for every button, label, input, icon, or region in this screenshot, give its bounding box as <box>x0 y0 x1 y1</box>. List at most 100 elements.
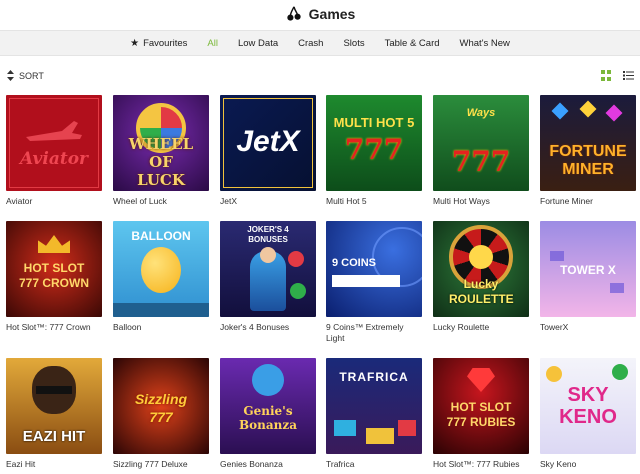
app-header: Games <box>0 0 640 28</box>
game-art-title: Sizzling 777 <box>134 391 188 425</box>
game-name: Hot Slot™: 777 Crown <box>6 322 91 332</box>
game-tile-wheel-of-luck[interactable]: WHEEL OF LUCK Wheel of Luck <box>113 95 209 207</box>
game-art-title: Lucky ROULETTE <box>449 277 514 306</box>
game-tile-9-coins-extremely-light[interactable]: 9 COINS 9 Coins™ Extremely Light <box>326 221 422 344</box>
game-tile-jokers-4-bonuses[interactable]: JOKER'S 4 BONUSES Joker's 4 Bonuses <box>220 221 316 333</box>
game-thumbnail: Genie's Bonanza <box>220 358 316 454</box>
game-thumbnail: JetX <box>220 95 316 191</box>
tab-slots[interactable]: Slots <box>343 38 364 49</box>
game-art-title: TOWER X <box>560 263 616 277</box>
game-art-title: 9 COINS <box>332 257 377 269</box>
game-tile-jetx[interactable]: JetX JetX <box>220 95 316 207</box>
tab-low-data[interactable]: Low Data <box>238 38 278 49</box>
game-tile-multi-hot-ways[interactable]: Ways 777 Multi Hot Ways <box>433 95 529 207</box>
tab-table-and-card[interactable]: Table & Card <box>385 38 440 49</box>
game-name: Genies Bonanza <box>220 459 283 469</box>
game-thumbnail: HOT SLOT 777 RUBIES <box>433 358 529 454</box>
game-thumbnail: Lucky ROULETTE <box>433 221 529 317</box>
game-art-title: TRAFRICA <box>339 370 409 384</box>
cherries-icon[interactable] <box>285 5 303 23</box>
game-name: Lucky Roulette <box>433 322 490 332</box>
game-art-title: MULTI HOT 5 <box>333 115 415 130</box>
tab-label: Table & Card <box>384 37 440 49</box>
sort-button[interactable]: SORT <box>7 70 44 81</box>
game-name: JetX <box>220 196 238 206</box>
game-art-title: EAZI HIT <box>22 428 86 445</box>
game-name: Balloon <box>113 322 142 332</box>
game-art-title: FORTUNE MINER <box>549 143 627 178</box>
game-name: Fortune Miner <box>540 196 593 206</box>
game-tile-hot-slot-777-crown[interactable]: HOT SLOT 777 CROWN Hot Slot™: 777 Crown <box>6 221 102 333</box>
game-tile-balloon[interactable]: BALLOON Balloon <box>113 221 209 333</box>
tab-all[interactable]: All <box>207 38 218 49</box>
game-art-title: Genie's Bonanza <box>239 404 297 432</box>
tab-label: Low Data <box>237 37 279 49</box>
game-art-title: WHEEL OF LUCK <box>128 135 194 189</box>
sort-label: SORT <box>19 70 44 81</box>
game-art-title: HOT SLOT 777 CROWN <box>18 261 89 290</box>
game-thumbnail: BALLOON <box>113 221 209 317</box>
game-thumbnail: 9 COINS <box>326 221 422 317</box>
game-tile-multi-hot-5[interactable]: MULTI HOT 5 777 Multi Hot 5 <box>326 95 422 207</box>
game-art-title: 777 <box>451 145 511 178</box>
game-name: Trafrica <box>326 459 355 469</box>
game-art-title: JetX <box>236 125 300 158</box>
ways-label: Ways <box>466 107 496 119</box>
game-name: Multi Hot Ways <box>433 196 490 206</box>
game-thumbnail: FORTUNE MINER <box>540 95 636 191</box>
game-tile-trafrica[interactable]: TRAFRICA Trafrica <box>326 358 422 470</box>
tab-label: All <box>207 37 218 49</box>
plane-icon <box>26 121 82 141</box>
tab-label: Slots <box>343 37 365 49</box>
game-tile-eazi-hit[interactable]: EAZI HIT Eazi Hit <box>6 358 102 470</box>
tab-label: Favourites <box>143 37 188 49</box>
game-name: Multi Hot 5 <box>326 196 367 206</box>
list-view-icon[interactable] <box>623 70 634 81</box>
sort-row: SORT <box>0 66 640 84</box>
game-art-title: Aviator <box>20 149 88 169</box>
game-name: 9 Coins™ Extremely Light <box>326 322 404 343</box>
game-name: Sky Keno <box>540 459 577 469</box>
game-tile-sizzling-777-deluxe[interactable]: Sizzling 777 Sizzling 777 Deluxe <box>113 358 209 470</box>
game-name: Aviator <box>6 196 33 206</box>
game-art-title: HOT SLOT 777 RUBIES <box>446 400 516 429</box>
game-art-title: BALLOON <box>131 229 191 243</box>
game-art-title: SKY KENO <box>559 384 617 428</box>
game-thumbnail: JOKER'S 4 BONUSES <box>220 221 316 317</box>
game-tile-lucky-roulette[interactable]: Lucky ROULETTE Lucky Roulette <box>433 221 529 333</box>
game-tile-hot-slot-777-rubies[interactable]: HOT SLOT 777 RUBIES Hot Slot™: 777 Rubie… <box>433 358 529 470</box>
tab-whats-new[interactable]: What's New <box>460 38 510 49</box>
seven-symbols: 777 <box>344 133 404 166</box>
category-nav: ★ Favourites All Low Data Crash Slots Ta… <box>0 30 640 56</box>
game-thumbnail: SKY KENO <box>540 358 636 454</box>
game-thumbnail: Aviator <box>6 95 102 191</box>
game-thumbnail: EAZI HIT <box>6 358 102 454</box>
grid-view-icon[interactable] <box>601 70 612 81</box>
game-thumbnail: MULTI HOT 5 777 <box>326 95 422 191</box>
tab-label: What's New <box>459 37 510 49</box>
game-name: TowerX <box>540 322 569 332</box>
page-title: Games <box>308 6 356 22</box>
game-name: Sizzling 777 Deluxe <box>113 459 188 469</box>
game-tile-genies-bonanza[interactable]: Genie's Bonanza Genies Bonanza <box>220 358 316 470</box>
game-thumbnail: TRAFRICA <box>326 358 422 454</box>
game-name: Wheel of Luck <box>113 196 167 206</box>
game-tile-towerx[interactable]: TOWER X TowerX <box>540 221 636 333</box>
game-thumbnail: WHEEL OF LUCK <box>113 95 209 191</box>
tab-favourites[interactable]: ★ Favourites <box>130 38 187 49</box>
game-name: Hot Slot™: 777 Rubies <box>433 459 520 469</box>
game-tile-sky-keno[interactable]: SKY KENO Sky Keno <box>540 358 636 470</box>
game-name: Joker's 4 Bonuses <box>220 322 290 332</box>
game-art-title: JOKER'S 4 BONUSES <box>247 225 289 244</box>
tab-crash[interactable]: Crash <box>298 38 323 49</box>
sort-arrows-icon <box>7 70 14 81</box>
game-thumbnail: Ways 777 <box>433 95 529 191</box>
game-thumbnail: TOWER X <box>540 221 636 317</box>
star-icon: ★ <box>130 37 140 49</box>
game-tile-fortune-miner[interactable]: FORTUNE MINER Fortune Miner <box>540 95 636 207</box>
game-name: Eazi Hit <box>6 459 36 469</box>
tab-label: Crash <box>298 37 324 49</box>
game-thumbnail: HOT SLOT 777 CROWN <box>6 221 102 317</box>
game-tile-aviator[interactable]: Aviator Aviator <box>6 95 102 207</box>
game-thumbnail: Sizzling 777 <box>113 358 209 454</box>
